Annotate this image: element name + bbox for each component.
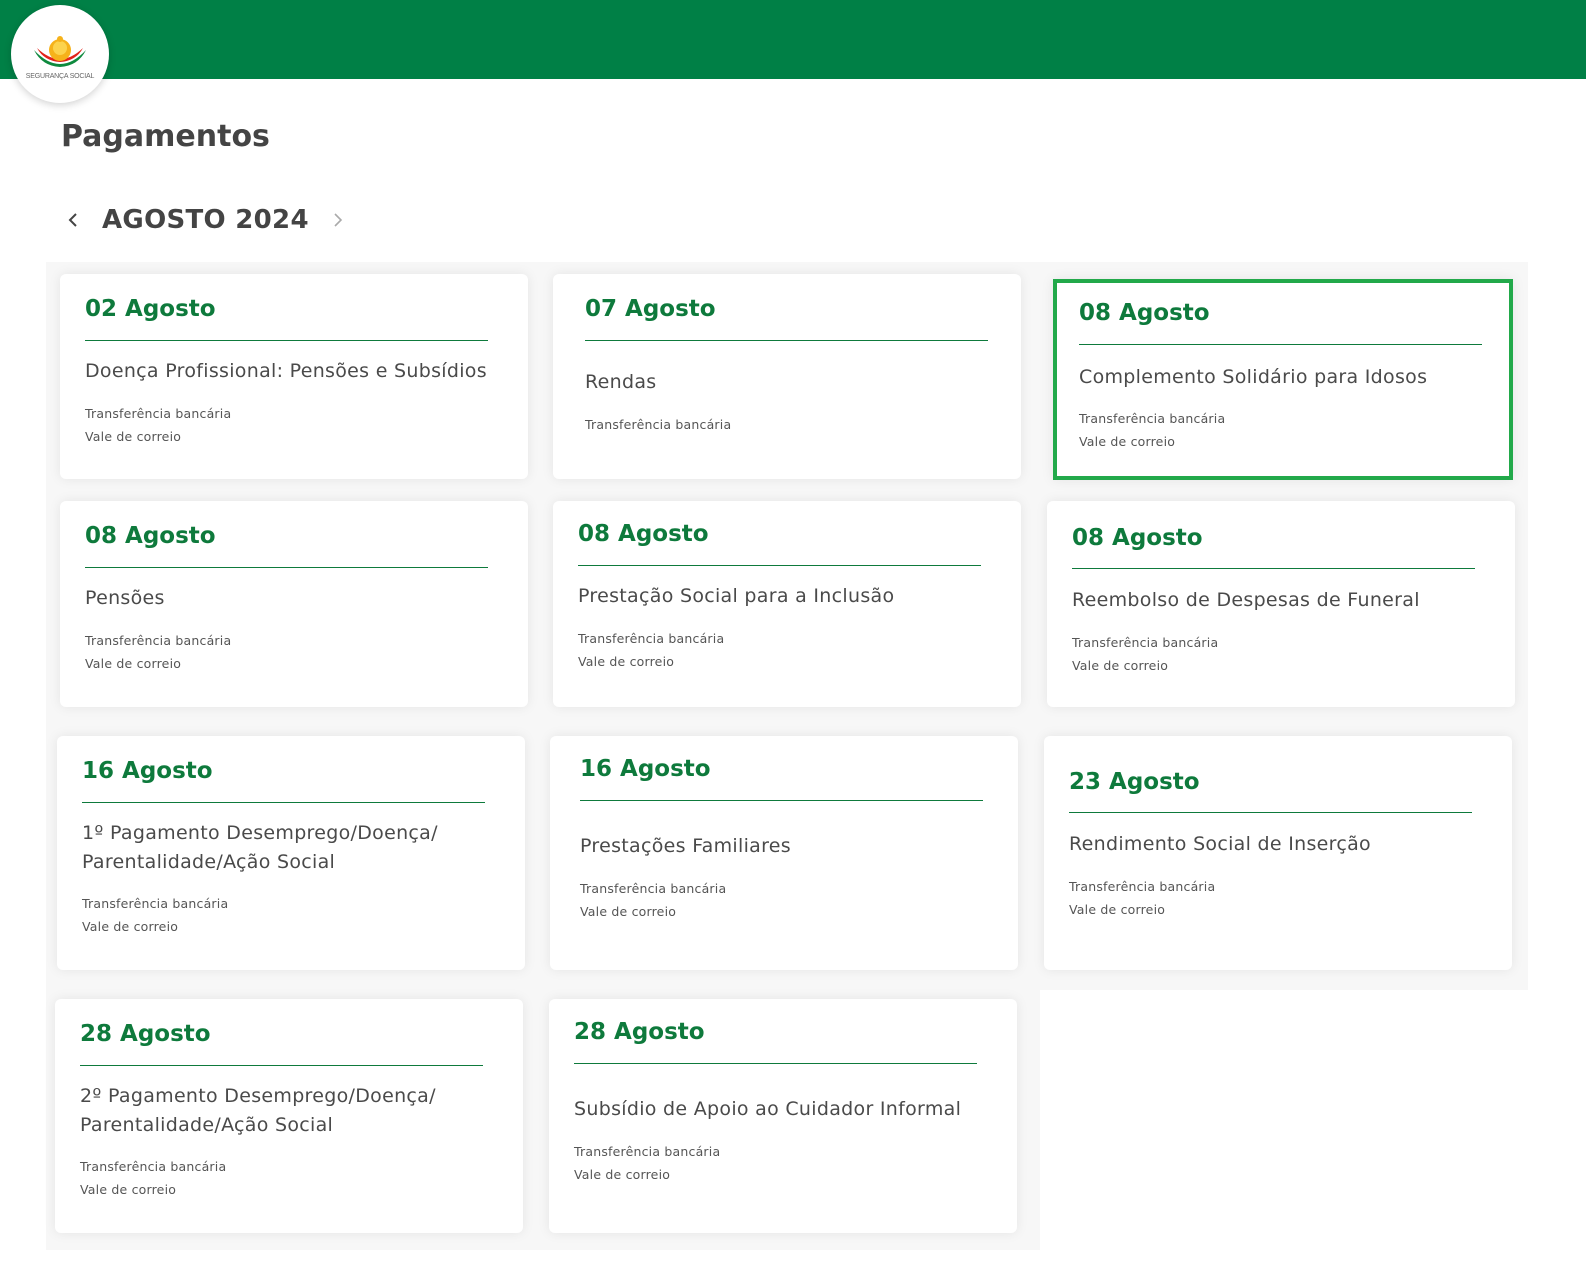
chevron-right-icon [334,213,342,227]
card-divider [85,567,488,568]
payment-method: Transferência bancária [1069,879,1216,894]
payment-methods: Transferência bancária Vale de correio [82,892,228,938]
payment-date: 02 Agosto [85,296,216,322]
payment-methods: Transferência bancária Vale de correio [580,877,726,923]
payment-method: Vale de correio [580,904,677,919]
card-divider [585,340,988,341]
card-divider [85,340,488,341]
payment-method: Transferência bancária [85,633,232,648]
payment-title: Doença Profissional: Pensões e Subsídios [85,360,487,382]
payment-methods: Transferência bancária Vale de correio [578,627,724,673]
payment-title: 1º Pagamento Desemprego/Doença/ Parental… [82,822,438,873]
payment-card[interactable]: 23 Agosto Rendimento Social de Inserção … [1044,736,1512,970]
payment-method: Vale de correio [1072,658,1169,673]
seguranca-social-logo[interactable]: SEGURANÇA SOCIAL [11,5,109,103]
page-title: Pagamentos [61,119,270,154]
payment-method: Vale de correio [85,656,182,671]
month-label: AGOSTO 2024 [102,205,309,235]
payment-methods: Transferência bancária Vale de correio [1079,407,1225,453]
payment-card-selected[interactable]: 08 Agosto Complemento Solidário para Ido… [1053,279,1513,480]
payment-date: 28 Agosto [574,1019,705,1045]
payment-method: Vale de correio [574,1167,671,1182]
payment-title: Prestações Familiares [580,835,791,857]
payment-card[interactable]: 16 Agosto Prestações Familiares Transfer… [550,736,1018,970]
payment-method: Transferência bancária [580,881,727,896]
payment-method: Transferência bancária [1072,635,1219,650]
payment-date: 28 Agosto [80,1021,211,1047]
top-bar [0,0,1586,79]
payment-title: Rendas [585,371,657,393]
payment-card[interactable]: 16 Agosto 1º Pagamento Desemprego/Doença… [57,736,525,970]
payment-title: Subsídio de Apoio ao Cuidador Informal [574,1098,962,1120]
card-divider [1072,568,1475,569]
payment-method: Vale de correio [1079,434,1176,449]
payment-title: Reembolso de Despesas de Funeral [1072,589,1420,611]
payment-methods: Transferência bancária Vale de correio [85,402,231,448]
card-divider [80,1065,483,1066]
card-divider [580,800,983,801]
payment-method: Transferência bancária [1079,411,1226,426]
payment-date: 23 Agosto [1069,769,1200,795]
payment-date: 16 Agosto [82,758,213,784]
payment-method: Vale de correio [80,1182,177,1197]
card-divider [578,565,981,566]
payment-card[interactable]: 07 Agosto Rendas Transferência bancária [553,274,1021,479]
payment-method: Transferência bancária [85,406,232,421]
previous-month-button[interactable] [60,200,86,240]
payment-card[interactable]: 08 Agosto Pensões Transferência bancária… [60,501,528,707]
payment-method: Vale de correio [82,919,179,934]
payment-title: Prestação Social para a Inclusão [578,585,895,607]
payment-methods: Transferência bancária Vale de correio [85,629,231,675]
payment-date: 08 Agosto [1079,300,1210,326]
payment-date: 08 Agosto [578,521,709,547]
payment-card[interactable]: 02 Agosto Doença Profissional: Pensões e… [60,274,528,479]
payment-methods: Transferência bancária [585,413,731,436]
grid-empty-area [1040,990,1586,1264]
payment-card[interactable]: 08 Agosto Reembolso de Despesas de Funer… [1047,501,1515,707]
payment-method: Transferência bancária [82,896,229,911]
payment-date: 16 Agosto [580,756,711,782]
payment-methods: Transferência bancária Vale de correio [80,1155,226,1201]
payment-title: Complemento Solidário para Idosos [1079,366,1428,388]
payment-title: Rendimento Social de Inserção [1069,833,1371,855]
payment-method: Vale de correio [578,654,675,669]
payment-method: Transferência bancária [585,417,732,432]
card-divider [574,1063,977,1064]
payment-methods: Transferência bancária Vale de correio [1069,875,1215,921]
payment-title: 2º Pagamento Desemprego/Doença/ Parental… [80,1085,436,1136]
card-divider [1069,812,1472,813]
payment-method: Transferência bancária [574,1144,721,1159]
next-month-button[interactable] [325,200,351,240]
logo-emblem-icon [34,36,86,67]
payment-card[interactable]: 28 Agosto Subsídio de Apoio ao Cuidador … [549,999,1017,1233]
payment-date: 08 Agosto [1072,525,1203,551]
payment-method: Vale de correio [1069,902,1166,917]
payment-card[interactable]: 28 Agosto 2º Pagamento Desemprego/Doença… [55,999,523,1233]
logo-text: SEGURANÇA SOCIAL [25,73,95,80]
payment-methods: Transferência bancária Vale de correio [1072,631,1218,677]
payment-card[interactable]: 08 Agosto Prestação Social para a Inclus… [553,501,1021,707]
card-divider [82,802,485,803]
month-navigator: AGOSTO 2024 [60,200,351,240]
payment-date: 08 Agosto [85,523,216,549]
payment-method: Vale de correio [85,429,182,444]
payment-date: 07 Agosto [585,296,716,322]
payment-method: Transferência bancária [80,1159,227,1174]
payment-methods: Transferência bancária Vale de correio [574,1140,720,1186]
payment-method: Transferência bancária [578,631,725,646]
card-divider [1079,344,1482,345]
payment-title: Pensões [85,587,165,609]
chevron-left-icon [68,213,77,227]
